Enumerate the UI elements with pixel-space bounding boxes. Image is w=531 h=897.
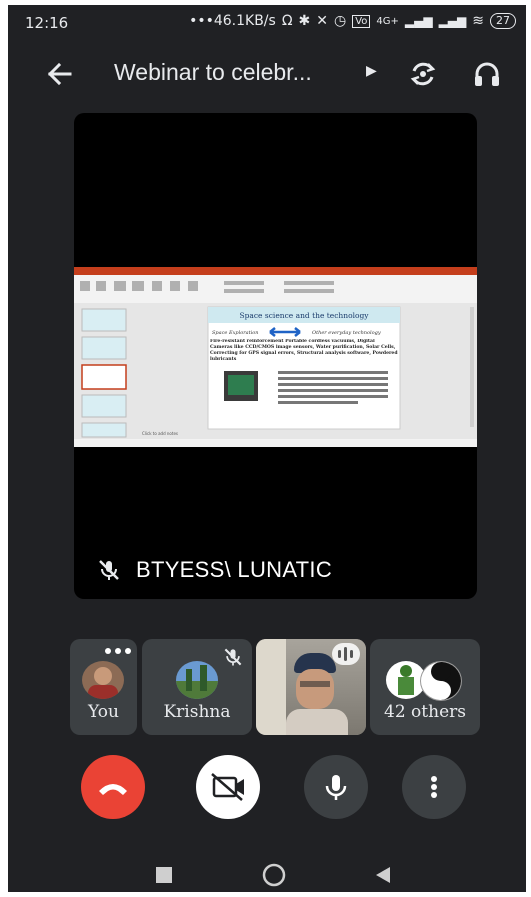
avatar: [420, 661, 462, 701]
headphones-icon: [475, 62, 499, 86]
camera-off-icon: [211, 773, 244, 801]
meeting-title[interactable]: Webinar to celebr...: [114, 59, 312, 86]
participant-tile-you[interactable]: You: [70, 639, 137, 735]
volte-icon: Vo: [352, 14, 371, 28]
participant-name: 42 others: [384, 702, 466, 722]
participant-tile-krishna[interactable]: Krishna: [142, 639, 252, 735]
end-call-button[interactable]: [81, 755, 145, 819]
audio-output-button[interactable]: [470, 57, 504, 91]
more-vertical-icon: [431, 776, 437, 798]
mic-off-icon: [99, 560, 119, 580]
top-bar: Webinar to celebr... ▶: [8, 47, 526, 101]
mute-status-icon: ✕: [316, 13, 328, 29]
microphone-icon: [325, 775, 347, 800]
participant-tile-others[interactable]: 42 others: [370, 639, 480, 735]
back-button[interactable]: [42, 56, 78, 92]
wifi-icon: ≋: [472, 13, 484, 29]
microphone-button[interactable]: [304, 755, 368, 819]
slide-notes: Click to add notes: [142, 431, 178, 436]
presenter-label: BTYESS\ LUNATIC: [96, 557, 332, 583]
presenter-name: BTYESS\ LUNATIC: [136, 557, 333, 582]
powerpoint-screenshot: Space science and the technology Space E…: [74, 267, 477, 447]
avatar: [176, 661, 218, 699]
meet-screen: 12:16 •••46.1KB/s Ω ✱ ✕ ◷ Vo 4G+ ▂▄▆ ▂▄▆…: [8, 5, 526, 892]
presenter-tile[interactable]: Space science and the technology Space E…: [74, 113, 477, 599]
battery-indicator: 27: [490, 13, 516, 29]
status-time: 12:16: [25, 14, 69, 32]
signal-icon: ▂▄▆: [404, 14, 433, 28]
hang-up-icon: [99, 784, 127, 795]
speaking-indicator-icon: [332, 643, 360, 665]
switch-camera-button[interactable]: [406, 57, 440, 91]
avatar: [82, 661, 124, 699]
back-nav-icon[interactable]: [376, 867, 390, 883]
status-bar: 12:16 •••46.1KB/s Ω ✱ ✕ ◷ Vo 4G+ ▂▄▆ ▂▄▆…: [8, 5, 526, 41]
bluetooth-icon: ✱: [298, 13, 311, 29]
slide-body: Fire-resistant reinforcement Portable co…: [210, 339, 398, 362]
participant-tile-video[interactable]: [256, 639, 366, 735]
slide-right-label: Other everyday technology: [312, 330, 381, 336]
network-speed: •••46.1KB/s: [189, 13, 276, 29]
recent-apps-icon[interactable]: [156, 867, 172, 883]
participant-name: Krishna: [163, 702, 231, 722]
participant-name: You: [88, 702, 119, 722]
headset-status-icon: Ω: [281, 13, 293, 29]
slide-left-label: Space Exploration: [212, 330, 258, 336]
mic-off-icon: [224, 648, 242, 666]
home-icon[interactable]: [262, 863, 286, 887]
slide-title: Space science and the technology: [239, 311, 369, 320]
more-options-button[interactable]: [402, 755, 466, 819]
shared-screen: Space science and the technology Space E…: [74, 267, 477, 447]
navigation-bar: [8, 853, 526, 892]
chevron-right-icon[interactable]: ▶: [366, 63, 377, 79]
status-icons: •••46.1KB/s Ω ✱ ✕ ◷ Vo 4G+ ▂▄▆ ▂▄▆ ≋ 27: [189, 13, 516, 29]
alarm-icon: ◷: [333, 13, 347, 29]
switch-camera-icon: [410, 62, 436, 86]
network-type: 4G+: [376, 15, 399, 27]
back-arrow-icon: [47, 62, 72, 86]
camera-toggle-button[interactable]: [196, 755, 260, 819]
more-dots-icon[interactable]: [103, 645, 133, 657]
signal-2-icon: ▂▄▆: [438, 14, 467, 28]
